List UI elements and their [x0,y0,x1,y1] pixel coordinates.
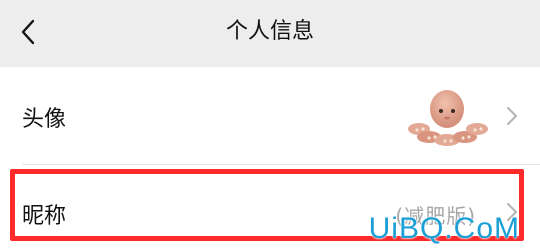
nickname-row-label: 昵称 [22,204,67,229]
back-button[interactable] [8,12,48,52]
nickname-row[interactable]: 昵称 (减肥版) [0,165,540,252]
top-navbar: 个人信息 [0,0,540,64]
personal-info-screen: 个人信息 头像 昵称 (减肥版) UiBQ.CoM [0,0,540,252]
chevron-right-icon [507,107,517,125]
nickname-value: (减肥版) [395,204,476,228]
settings-list: 头像 [0,67,540,165]
avatar-row[interactable]: 头像 [0,67,540,165]
page-title: 个人信息 [225,19,314,44]
avatar-row-label: 头像 [22,107,67,132]
chevron-left-icon [21,19,35,45]
octopus-avatar-image [408,90,488,146]
chevron-right-icon [507,203,517,221]
